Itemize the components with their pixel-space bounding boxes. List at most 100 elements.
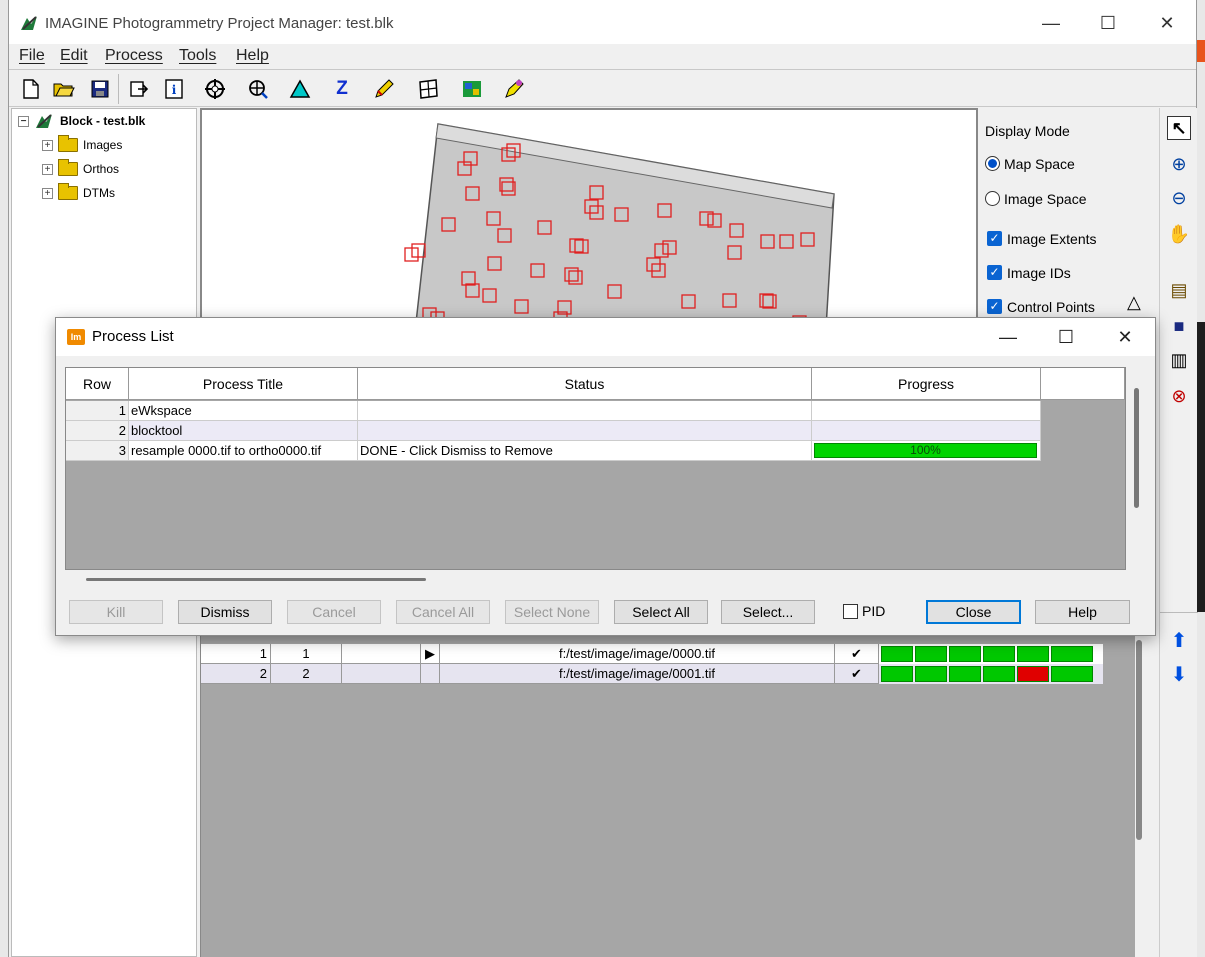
row-marker: ▶	[421, 644, 440, 664]
expand-icon[interactable]: +	[42, 139, 53, 151]
image-path: f:/test/image/image/0001.tif	[440, 664, 835, 684]
maximize-button[interactable]: ☐	[1096, 12, 1120, 36]
column-header-status[interactable]: Status	[358, 368, 812, 400]
status-indicator	[915, 646, 947, 662]
image-list-row[interactable]: 2 2 f:/test/image/image/0001.tif ✔	[201, 664, 1103, 684]
image-extents-checkbox[interactable]: ✓	[987, 231, 1002, 246]
z-icon[interactable]: Z	[330, 77, 354, 101]
select-button[interactable]: Select...	[721, 600, 815, 624]
down-arrow-icon[interactable]: ⬇	[1167, 662, 1191, 686]
collapse-icon[interactable]: −	[18, 115, 29, 127]
status-indicator	[1051, 646, 1093, 662]
menu-tools[interactable]: Tools	[179, 47, 216, 65]
process-table-vertical-scrollbar[interactable]	[1134, 388, 1139, 508]
process-cell-progress[interactable]	[812, 421, 1041, 441]
map-space-label[interactable]: Map Space	[1004, 156, 1075, 172]
column-header-title[interactable]: Process Title	[129, 368, 358, 400]
up-arrow-icon[interactable]: ⬆	[1167, 628, 1191, 652]
close-button[interactable]: Close	[926, 600, 1021, 624]
row-blank	[342, 664, 421, 684]
tree-item-images[interactable]: + Images	[42, 135, 122, 155]
menu-edit[interactable]: Edit	[60, 47, 88, 65]
image-ids-checkbox[interactable]: ✓	[987, 265, 1002, 280]
tree-root-label: Block - test.blk	[60, 114, 146, 128]
imagine-logo-icon: Im	[67, 329, 85, 345]
save-icon[interactable]	[88, 77, 112, 101]
cancel-all-button[interactable]: Cancel All	[396, 600, 490, 624]
process-cell-progress[interactable]: 100%	[812, 441, 1041, 461]
image-list-scrollbar[interactable]	[1136, 640, 1142, 840]
map-space-radio[interactable]	[985, 156, 1000, 171]
close-window-button[interactable]: ✕	[1155, 12, 1179, 36]
menu-process[interactable]: Process	[105, 47, 163, 65]
process-cell-row[interactable]: 1	[66, 401, 129, 421]
tree-item-dtms[interactable]: + DTMs	[42, 183, 115, 203]
zoom-in-icon[interactable]: ⊕	[1167, 152, 1191, 176]
zoom-out-icon[interactable]: ⊖	[1167, 186, 1191, 210]
properties-icon[interactable]: ▤	[1167, 278, 1191, 302]
save-icon[interactable]: ■	[1167, 314, 1191, 338]
process-cell-status[interactable]	[358, 401, 812, 421]
select-none-button[interactable]: Select None	[505, 600, 599, 624]
help-button[interactable]: Help	[1035, 600, 1130, 624]
control-points-label[interactable]: Control Points	[1007, 299, 1095, 315]
dismiss-button[interactable]: Dismiss	[178, 600, 272, 624]
expand-icon[interactable]: +	[42, 187, 53, 199]
image-space-radio[interactable]	[985, 191, 1000, 206]
zoom-clear-icon[interactable]: ⊗	[1167, 384, 1191, 408]
image-extents-label[interactable]: Image Extents	[1007, 231, 1097, 247]
kill-button[interactable]: Kill	[69, 600, 163, 624]
menu-help[interactable]: Help	[236, 47, 269, 65]
expand-icon[interactable]: +	[42, 163, 53, 175]
print-icon[interactable]: ▥	[1167, 348, 1191, 372]
image-space-label[interactable]: Image Space	[1004, 191, 1087, 207]
column-header-progress[interactable]: Progress	[812, 368, 1041, 400]
control-point-triangle-icon: △	[1127, 292, 1141, 312]
process-cell-status[interactable]	[358, 421, 812, 441]
info-icon[interactable]: i	[162, 77, 186, 101]
measure-icon[interactable]	[502, 77, 526, 101]
status-indicator	[1017, 646, 1049, 662]
process-cell-row[interactable]: 3	[66, 441, 129, 461]
open-folder-icon[interactable]	[52, 77, 76, 101]
column-header-row[interactable]: Row	[66, 368, 129, 400]
grid-icon[interactable]	[416, 77, 440, 101]
menu-file[interactable]: File	[19, 47, 45, 65]
select-arrow-icon[interactable]: ↖	[1167, 116, 1191, 140]
dialog-minimize-button[interactable]: —	[996, 326, 1020, 350]
image-id: 1	[271, 644, 342, 664]
select-all-button[interactable]: Select All	[614, 600, 708, 624]
triangle-icon[interactable]	[288, 77, 312, 101]
process-cell-title[interactable]: eWkspace	[129, 401, 358, 421]
view-tools-bar: ↖ ⊕ ⊖ ✋ ▤ ■ ▥ ⊗ ⬆ ⬇	[1159, 108, 1198, 957]
folder-icon	[58, 183, 78, 200]
crosshair-icon[interactable]	[203, 77, 227, 101]
edit-icon[interactable]	[372, 77, 396, 101]
process-cell-title[interactable]: blocktool	[129, 421, 358, 441]
process-cell-title[interactable]: resample 0000.tif to ortho0000.tif	[129, 441, 358, 461]
export-icon[interactable]	[127, 77, 151, 101]
dialog-maximize-button[interactable]: ☐	[1054, 326, 1078, 350]
ortho-icon[interactable]	[460, 77, 484, 101]
process-table-horizontal-scrollbar[interactable]	[86, 578, 426, 581]
pid-checkbox[interactable]	[843, 604, 858, 619]
image-ids-label[interactable]: Image IDs	[1007, 265, 1071, 281]
image-list-row[interactable]: 1 1 ▶ f:/test/image/image/0000.tif ✔	[201, 644, 1103, 664]
cancel-button[interactable]: Cancel	[287, 600, 381, 624]
pid-label[interactable]: PID	[862, 603, 885, 619]
tree-root[interactable]: − Block - test.blk	[18, 111, 145, 131]
add-point-icon[interactable]	[246, 77, 270, 101]
control-points-checkbox[interactable]: ✓	[987, 299, 1002, 314]
tree-item-orthos[interactable]: + Orthos	[42, 159, 119, 179]
dialog-close-button[interactable]: ✕	[1113, 326, 1137, 350]
new-document-icon[interactable]	[19, 77, 43, 101]
process-cell-status[interactable]: DONE - Click Dismiss to Remove	[358, 441, 812, 461]
process-cell-progress[interactable]	[812, 401, 1041, 421]
progress-bar: 100%	[814, 443, 1037, 458]
process-cell-row[interactable]: 2	[66, 421, 129, 441]
folder-icon	[58, 159, 78, 176]
minimize-button[interactable]: —	[1039, 12, 1063, 36]
pan-hand-icon[interactable]: ✋	[1167, 222, 1191, 246]
display-mode-heading: Display Mode	[985, 123, 1070, 139]
menu-bar: File Edit Process Tools Help	[9, 44, 1196, 68]
